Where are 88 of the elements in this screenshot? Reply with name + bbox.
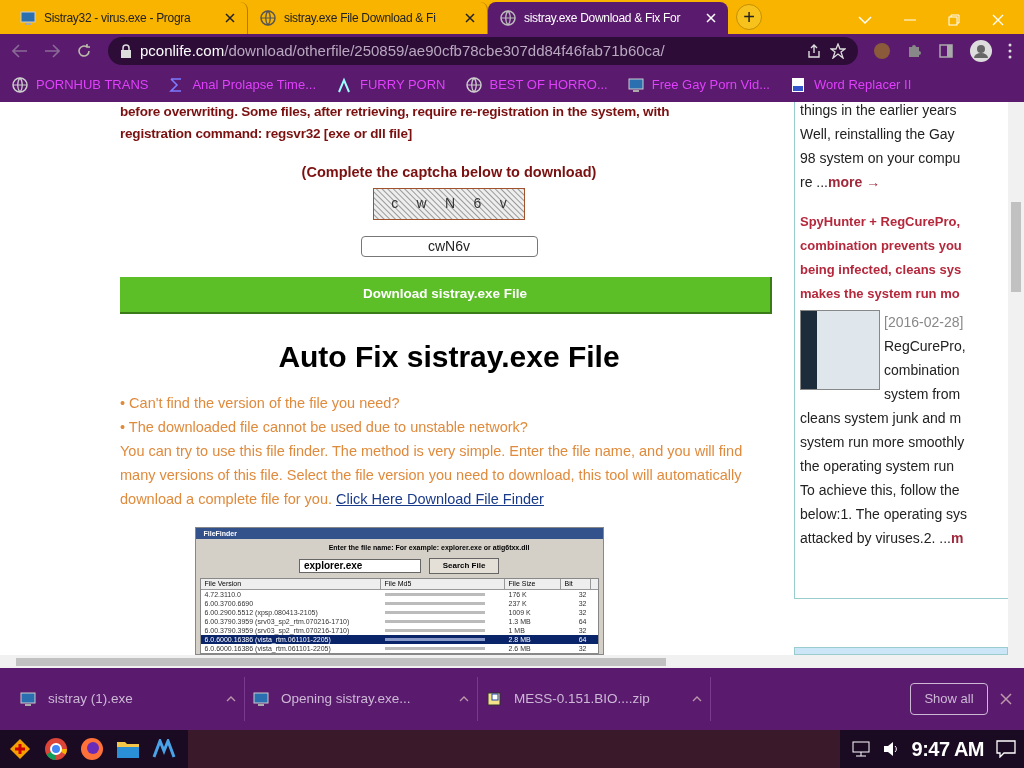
lambda-icon [336,77,352,93]
globe-icon [465,77,482,93]
monitor-icon [253,691,269,707]
captcha-character: c [391,194,399,214]
bookmark-item[interactable]: Free Gay Porn Vid... [627,75,770,95]
article-title[interactable]: SpyHunter + RegCurePro, [800,210,1008,234]
url-domain: pconlife.com [140,40,225,61]
intro-text: registration command: regsvr32 [exe or dll file] [120,125,413,143]
search-file-button[interactable]: Search File [429,558,499,574]
globe-icon [500,10,516,26]
article-text: things in the earlier years [800,102,957,120]
captcha-character: w [416,194,427,214]
article-date: [2016-02-28] [884,313,965,332]
more-link[interactable]: m [950,526,964,550]
article-text: cleans system junk and m [800,409,962,428]
more-link[interactable]: more → [828,170,881,194]
article-text: system run more smoothly [800,433,965,452]
bookmark-item[interactable]: Anal Prolapse Time... [168,75,316,95]
article-text: combination [884,361,961,380]
article-text: the operating system run [800,457,955,476]
article-text: Well, reinstalling the Gay [800,125,955,144]
network-icon [851,741,870,757]
bullet-text: • Can't find the version of the file you need? [120,394,401,414]
article-text: below:1. The operating sys [800,505,968,524]
reload-icon[interactable] [76,43,92,59]
address-bar[interactable]: pconlife.com/download/otherfile/250859/ae90cfb78cbe307dd84f46fab71b60ca/ [108,37,858,65]
bookmark-item[interactable]: BEST OF HORRO... [465,75,608,95]
clock-text: 9:47 AM [911,737,984,762]
monitor-icon [627,77,644,93]
captcha-character: v [499,194,507,214]
lock-icon [120,44,132,58]
puzzle-icon[interactable] [906,43,922,59]
app-logo-icon[interactable] [152,739,176,759]
article-text: system from [884,385,962,404]
article-title[interactable]: combination prevents you [800,234,1008,258]
chrome-icon[interactable] [44,737,68,761]
article-text: 98 system on your compu [800,149,961,168]
notification-icon[interactable] [996,740,1016,758]
browser-tab[interactable]: sistray.exe Download & Fix For [488,2,728,34]
monitor-icon [20,691,36,707]
horizontal-scrollbar[interactable] [0,655,1024,668]
section-heading: Auto Fix sistray.exe File [278,339,620,376]
article-text: To achieve this, follow the [800,481,960,500]
new-tab-button[interactable]: + [736,4,762,30]
folder-icon[interactable] [116,739,140,759]
description-text: You can try to use this file finder. The method is very simple. Enter the file name, and you will find many versions of this file. Select the file version you need to download, this tool will automatically download a complete file for you. Click Here Download File Finder [120,442,744,510]
bookmark-item[interactable]: PORNHUB TRANS [12,75,149,95]
monitor-icon [20,10,36,26]
bookmark-item[interactable]: FURRY PORN [336,75,446,95]
download-item[interactable]: MESS-0.151.BIO....zip [478,677,711,721]
kebab-menu-icon[interactable] [1008,43,1012,59]
profile-icon[interactable] [970,40,992,62]
share-icon[interactable] [806,43,822,59]
intro-text: before overwriting. Some files, after retrieving, require re-registration in the system, with [120,103,671,121]
archive-icon [486,691,502,707]
sidebar-icon[interactable] [938,43,954,59]
captcha-character: N [445,194,456,214]
globe-icon [260,10,276,26]
firefox-icon[interactable] [80,737,104,761]
file-name-field[interactable]: explorer.exe [299,559,421,573]
vertical-scrollbar[interactable] [1008,102,1024,655]
article-title[interactable]: being infected, cleans sys [800,258,1008,282]
article-text: RegCurePro, [884,337,966,356]
captcha-prompt: (Complete the captcha below to download) [301,163,597,182]
file-finder-link[interactable]: Click Here Download File Finder [336,491,544,508]
start-logo-icon[interactable] [8,737,32,761]
speaker-icon [881,741,900,757]
download-item[interactable]: sistray (1).exe [12,677,245,721]
close-icon[interactable] [465,13,475,23]
captcha-character: 6 [473,194,482,214]
bookmark-item[interactable]: Word Replacer II [790,75,912,95]
document-icon [790,77,806,93]
download-item[interactable]: Opening sistray.exe... [245,677,478,721]
back-arrow-icon[interactable] [12,44,28,58]
article-text: attacked by viruses.2. ... [800,529,951,548]
article-text: re ... [800,173,828,192]
bullet-text: • The downloaded file cannot be used due to unstable network? [120,418,529,438]
article-title[interactable]: makes the system run mo [800,282,1008,306]
url-path: /download/otherfile/250859/ae90cfb78cbe307dd84f46fab71b60ca/ [224,40,665,61]
show-all-button[interactable]: Show all [910,683,988,715]
chevron-up-icon[interactable] [459,696,469,702]
chevron-up-icon[interactable] [226,696,236,702]
captcha-input[interactable]: cwN6v [360,235,538,257]
globe-icon [12,77,28,93]
close-icon[interactable] [225,13,235,23]
star-icon[interactable] [830,43,846,59]
forward-arrow-icon[interactable] [44,44,60,58]
chevron-up-icon[interactable] [692,696,702,702]
